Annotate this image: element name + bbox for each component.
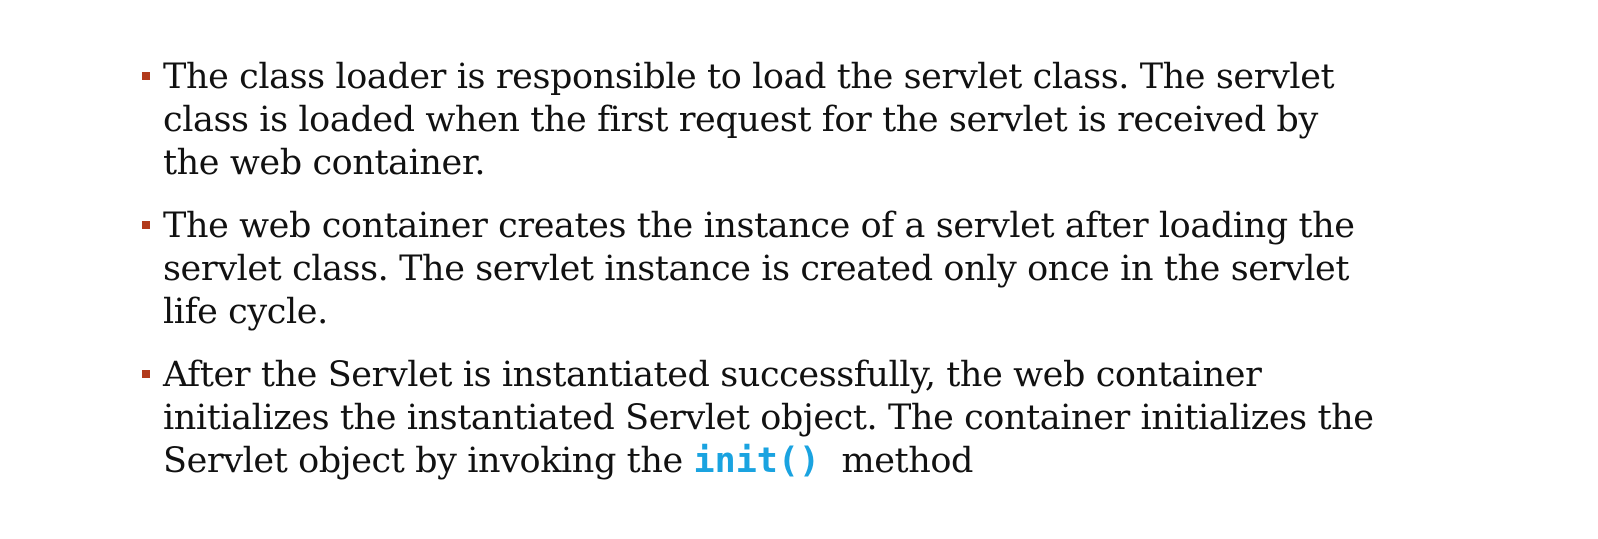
bullet-item: The web container creates the instance o…	[140, 205, 1440, 334]
square-bullet-icon	[142, 72, 150, 80]
bullet-text-line: servlet class. The servlet instance is c…	[163, 249, 1350, 289]
bullet-text-line: the web container.	[163, 143, 486, 183]
bullet-text-prefix: Servlet object by invoking the	[163, 441, 683, 481]
bullet-text-line: The web container creates the instance o…	[163, 206, 1355, 246]
square-bullet-icon	[142, 221, 150, 229]
bullet-list: The class loader is responsible to load …	[140, 56, 1440, 503]
bullet-text-line: The class loader is responsible to load …	[163, 57, 1335, 97]
bullet-text-line: life cycle.	[163, 292, 328, 332]
bullet-text-suffix: method	[841, 441, 974, 481]
bullet-text-line: After the Servlet is instantiated succes…	[163, 355, 1262, 395]
bullet-text-line: initializes the instantiated Servlet obj…	[163, 398, 1374, 438]
bullet-text-line: class is loaded when the first request f…	[163, 100, 1318, 140]
init-method-code: init()	[693, 441, 820, 481]
slide: The class loader is responsible to load …	[0, 0, 1598, 539]
bullet-item: After the Servlet is instantiated succes…	[140, 354, 1440, 483]
square-bullet-icon	[142, 370, 150, 378]
bullet-item: The class loader is responsible to load …	[140, 56, 1440, 185]
bullet-text-line-with-code: Servlet object by invoking the init() me…	[163, 440, 1440, 483]
